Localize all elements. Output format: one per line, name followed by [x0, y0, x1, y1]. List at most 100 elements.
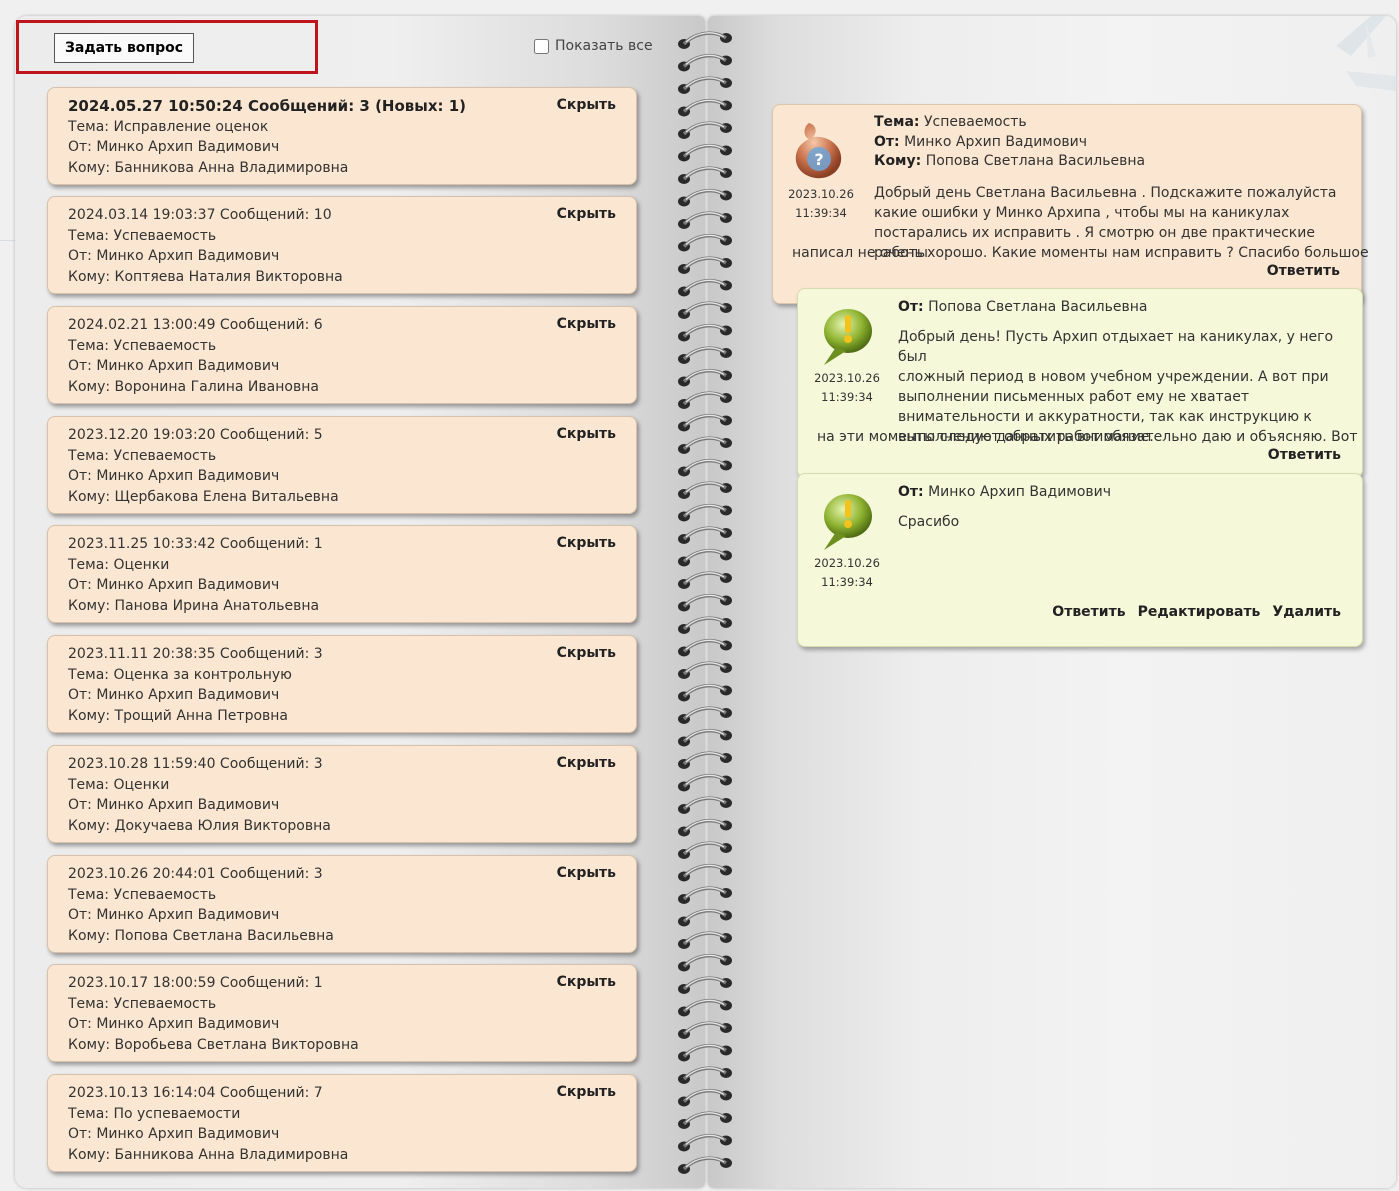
hide-thread-link[interactable]: Скрыть	[557, 206, 616, 222]
hide-thread-link[interactable]: Скрыть	[557, 426, 616, 442]
thread-card[interactable]: 2024.05.27 10:50:24 Сообщений: 3 (Новых:…	[47, 87, 637, 185]
thread-header: 2023.11.11 20:38:35 Сообщений: 3	[68, 646, 323, 662]
spiral-ring	[678, 863, 732, 882]
thread-card[interactable]: 2023.11.25 10:33:42 Сообщений: 1 Тема: О…	[47, 525, 637, 623]
thread-to: Кому: Докучаева Юлия Викторовна	[68, 817, 331, 834]
thread-card[interactable]: 2023.10.17 18:00:59 Сообщений: 1 Тема: У…	[47, 964, 637, 1062]
exclamation-bubble-icon	[824, 494, 872, 550]
thread-card[interactable]: 2024.03.14 19:03:37 Сообщений: 10 Тема: …	[47, 196, 637, 294]
reply-link[interactable]: Ответить	[1267, 263, 1340, 279]
hide-thread-link[interactable]: Скрыть	[557, 1084, 616, 1100]
thread-from: От: Минко Архип Вадимович	[68, 468, 280, 484]
question-message: ? 2023.10.26 11:39:34 Тема: Успеваемость…	[772, 104, 1369, 304]
spiral-ring	[678, 188, 732, 207]
hide-thread-link[interactable]: Скрыть	[557, 645, 616, 661]
thread-subject: Тема: Успеваемость	[68, 337, 217, 354]
spiral-ring	[678, 233, 732, 252]
thread-from: От: Минко Архип Вадимович	[68, 907, 280, 923]
message-actions: Ответить	[1267, 263, 1340, 279]
spiral-ring	[678, 1066, 732, 1084]
hide-thread-link[interactable]: Скрыть	[557, 755, 616, 771]
spiral-ring	[678, 368, 732, 387]
spiral-ring	[678, 571, 732, 589]
spiral-ring	[678, 751, 732, 769]
thread-subject: Тема: Исправление оценок	[68, 118, 269, 135]
show-all-toggle[interactable]: Показать все	[534, 38, 653, 54]
reply-link[interactable]: Ответить	[1052, 604, 1125, 620]
delete-link[interactable]: Удалить	[1272, 604, 1341, 620]
thread-subject: Тема: Успеваемость	[68, 995, 217, 1012]
thread-header: 2023.10.26 20:44:01 Сообщений: 3	[68, 866, 323, 882]
spiral-ring	[678, 323, 732, 342]
spiral-ring	[678, 278, 732, 297]
spiral-ring	[678, 638, 732, 657]
thread-to: Кому: Банникова Анна Владимировна	[68, 159, 349, 176]
spiral-ring	[678, 683, 732, 702]
thread-card[interactable]: 2023.11.11 20:38:35 Сообщений: 3 Тема: О…	[47, 635, 637, 733]
thread-card[interactable]: 2023.10.13 16:14:04 Сообщений: 7 Тема: П…	[47, 1074, 637, 1172]
thread-card[interactable]: 2024.02.21 13:00:49 Сообщений: 6 Тема: У…	[47, 306, 637, 404]
message-meta: От: Попова Светлана Васильевна	[898, 299, 1148, 315]
hide-thread-link[interactable]: Скрыть	[557, 316, 616, 332]
spiral-ring	[678, 413, 732, 432]
spiral-ring	[678, 1133, 732, 1152]
thread-header: 2024.05.27 10:50:24 Сообщений: 3 (Новых:…	[68, 97, 467, 115]
thread-card[interactable]: 2023.10.28 11:59:40 Сообщений: 3 Тема: О…	[47, 745, 637, 843]
thread-to: Кому: Коптяева Наталия Викторовна	[68, 268, 343, 285]
thread-subject: Тема: Оценки	[68, 776, 170, 793]
thread-to: Кому: Панова Ирина Анатольевна	[68, 597, 320, 614]
spiral-ring	[678, 661, 732, 679]
thread-card[interactable]: 2023.10.26 20:44:01 Сообщений: 3 Тема: У…	[47, 855, 637, 953]
thread-header: 2023.10.13 16:14:04 Сообщений: 7	[68, 1085, 323, 1101]
spiral-ring	[678, 436, 732, 454]
message-body-continued: на эти моменты следует обратить внимание…	[817, 429, 1154, 445]
message-body: Срасибо	[898, 514, 960, 530]
spiral-ring	[678, 481, 732, 499]
spiral-ring	[678, 143, 732, 162]
spiral-ring	[678, 706, 732, 724]
spiral-ring	[678, 728, 732, 747]
thread-from: От: Минко Архип Вадимович	[68, 797, 280, 813]
thread-from: От: Минко Архип Вадимович	[68, 248, 280, 264]
spiral-ring	[678, 1088, 732, 1107]
spiral-ring	[678, 796, 732, 814]
spiral-ring	[678, 76, 732, 94]
spiral-ring	[678, 886, 732, 904]
hide-thread-link[interactable]: Скрыть	[557, 865, 616, 881]
spiral-ring	[678, 908, 732, 927]
ask-question-button[interactable]: Задать вопрос	[54, 33, 194, 63]
spiral-ring	[678, 503, 732, 522]
spiral-ring	[678, 31, 732, 49]
message-actions: Ответить	[1268, 447, 1341, 463]
message-meta: Тема: Успеваемость От: Минко Архип Вадим…	[874, 114, 1146, 169]
spiral-ring	[678, 593, 732, 612]
hide-thread-link[interactable]: Скрыть	[557, 535, 616, 551]
reply-link[interactable]: Ответить	[1268, 447, 1341, 463]
thread-header: 2023.11.25 10:33:42 Сообщений: 1	[68, 536, 323, 552]
thread-header: 2023.12.20 19:03:20 Сообщений: 5	[68, 427, 323, 443]
thread-card[interactable]: 2023.12.20 19:03:20 Сообщений: 5 Тема: У…	[47, 416, 637, 514]
spiral-ring	[678, 1156, 732, 1174]
question-bubble-icon: ?	[795, 123, 842, 179]
thread-subject: Тема: По успеваемости	[68, 1105, 241, 1122]
answer-message: 2023.10.26 11:39:34 От: Минко Архип Вади…	[797, 473, 1363, 647]
spiral-ring	[678, 818, 732, 837]
thread-from: От: Минко Архип Вадимович	[68, 139, 280, 155]
show-all-checkbox[interactable]	[534, 38, 549, 54]
spiral-ring	[678, 773, 732, 792]
thread-from: От: Минко Архип Вадимович	[68, 1016, 280, 1032]
thread-header: 2024.02.21 13:00:49 Сообщений: 6	[68, 317, 323, 333]
hide-thread-link[interactable]: Скрыть	[557, 974, 616, 990]
spiral-ring	[678, 121, 732, 139]
message-meta: От: Минко Архип Вадимович	[898, 484, 1112, 500]
spiral-ring	[678, 931, 732, 949]
spiral-ring	[678, 998, 732, 1017]
edit-link[interactable]: Редактировать	[1138, 604, 1261, 620]
thread-to: Кому: Трощий Анна Петровна	[68, 707, 289, 724]
thread-to: Кому: Воронина Галина Ивановна	[68, 378, 319, 395]
message-body-continued: написал не очень хорошо. Какие моменты н…	[792, 245, 1369, 261]
thread-header: 2023.10.28 11:59:40 Сообщений: 3	[68, 756, 323, 772]
spiral-ring	[678, 256, 732, 274]
hide-thread-link[interactable]: Скрыть	[557, 97, 616, 113]
thread-to: Кому: Попова Светлана Васильевна	[68, 927, 334, 944]
